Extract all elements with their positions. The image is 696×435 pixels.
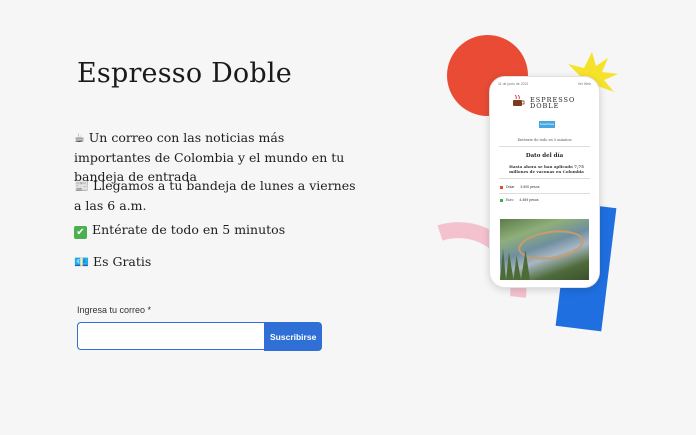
phone-news-photo [500, 219, 589, 280]
check-mark-icon: ✔ [74, 226, 87, 239]
email-label: Ingresa tu correo * [77, 305, 152, 315]
rate-label: Euro [506, 198, 514, 202]
newsletter-phone-preview: 11 de junio de 2021 Ver Web ESPRESSO DOB… [489, 76, 600, 288]
phone-rate-row-dolar: Dólar 3.900 pesos [500, 185, 539, 189]
rate-label: Dólar [506, 185, 515, 189]
feature-schedule: 📰 Llegamos a tu bandeja de lunes a vierne… [74, 176, 364, 215]
feature-text: Entérate de todo en 5 minutos [92, 222, 286, 237]
phone-logo-text: ESPRESSO DOBLE [530, 97, 575, 110]
down-arrow-icon [500, 185, 503, 189]
up-arrow-icon [500, 198, 503, 202]
phone-tagline: Entérate de todo en 5 minutos [517, 138, 572, 142]
phone-headline: Hasta ahora se han aplicado 7,75 millone… [509, 164, 584, 174]
coffee-icon: ☕ [74, 131, 85, 145]
subscribe-button[interactable]: Suscribirse [264, 322, 322, 351]
phone-date: 11 de junio de 2021 [498, 82, 529, 86]
photo-ring [516, 226, 586, 264]
divider [499, 178, 590, 179]
email-input[interactable] [77, 322, 267, 350]
phone-rate-row-euro: Euro 4.459 pesos [500, 198, 538, 202]
phone-status-bar: 11 de junio de 2021 Ver Web [498, 82, 591, 86]
rate-value: 4.459 pesos [519, 198, 539, 202]
feature-text: Es Gratis [92, 254, 152, 269]
divider [499, 146, 590, 147]
phone-subscribe-button: Suscríbete [539, 121, 555, 128]
money-icon: 💶 [74, 255, 89, 269]
coffee-mug-logo-icon [513, 94, 525, 106]
feature-text: Llegamos a tu bandeja de lunes a viernes… [74, 178, 356, 213]
feature-five-minutes: ✔ Entérate de todo en 5 minutos [74, 220, 374, 239]
page-title: Espresso Doble [77, 58, 292, 89]
phone-section-title: Dato del día [525, 153, 564, 159]
rate-value: 3.900 pesos [520, 185, 540, 189]
photo-grass [500, 248, 530, 280]
newspaper-icon: 📰 [74, 179, 89, 193]
feature-free: 💶 Es Gratis [74, 252, 374, 272]
phone-web-link: Ver Web [577, 82, 591, 86]
divider [499, 193, 590, 194]
